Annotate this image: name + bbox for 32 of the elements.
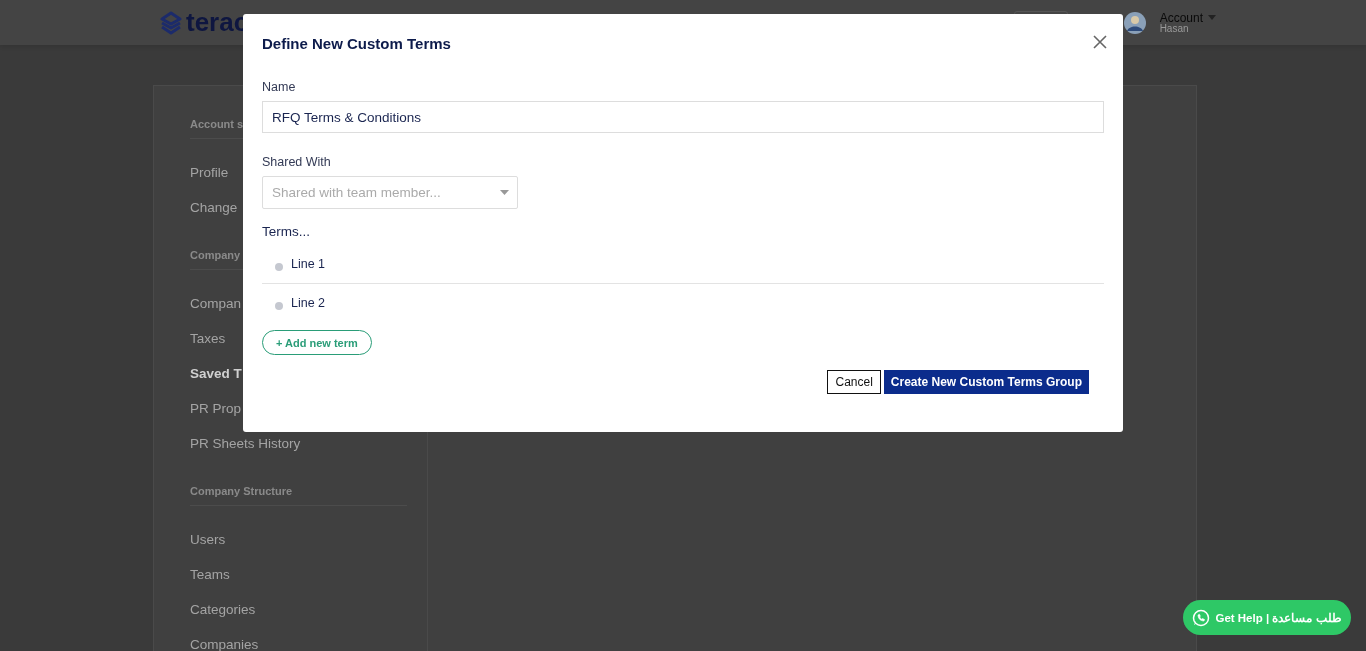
sidebar-item[interactable]: PR Prop bbox=[190, 399, 242, 418]
sidebar-item[interactable]: Profile bbox=[190, 163, 229, 182]
field-label: Shared With bbox=[262, 155, 332, 169]
add-term-button[interactable]: + Add new term bbox=[262, 330, 372, 355]
sidebar-item[interactable]: Categories bbox=[190, 600, 256, 619]
bullet-icon bbox=[275, 302, 283, 310]
avatar-icon[interactable] bbox=[1123, 11, 1146, 34]
dialog-title: Define New Custom Terms bbox=[262, 35, 451, 52]
user-name: Hasan bbox=[1159, 23, 1190, 34]
phone-bubble-icon bbox=[1192, 608, 1211, 627]
field-label: Name bbox=[262, 80, 297, 94]
sidebar-item[interactable]: Companies bbox=[190, 635, 259, 651]
caret-icon bbox=[500, 190, 509, 195]
caret-icon bbox=[1208, 15, 1216, 20]
bullet-icon bbox=[275, 263, 283, 271]
help-button[interactable]: Get Help | طلب مساعدة bbox=[1183, 600, 1351, 635]
sidebar-item[interactable]: Change bbox=[190, 198, 238, 217]
term-line: Line 1 bbox=[291, 257, 326, 271]
sidebar-item[interactable]: Taxes bbox=[190, 329, 226, 348]
name-field[interactable]: RFQ Terms & Conditions bbox=[262, 101, 1104, 133]
logo-icon bbox=[160, 10, 182, 35]
sidebar-item[interactable]: Saved T bbox=[190, 364, 242, 383]
sidebar-item[interactable]: Teams bbox=[190, 565, 230, 584]
section-heading: Company Structure bbox=[190, 481, 407, 506]
shared-with-dropdown[interactable]: Shared with team member... bbox=[262, 176, 518, 209]
cancel-button[interactable]: Cancel bbox=[827, 370, 881, 394]
sidebar-item[interactable]: Compan bbox=[190, 294, 242, 313]
terms-label: Terms... bbox=[262, 224, 311, 239]
sidebar-item[interactable]: PR Sheets History bbox=[190, 434, 301, 453]
sidebar-item[interactable]: Users bbox=[190, 530, 226, 549]
create-button[interactable]: Create New Custom Terms Group bbox=[883, 370, 1089, 394]
term-line: Line 2 bbox=[291, 296, 326, 310]
